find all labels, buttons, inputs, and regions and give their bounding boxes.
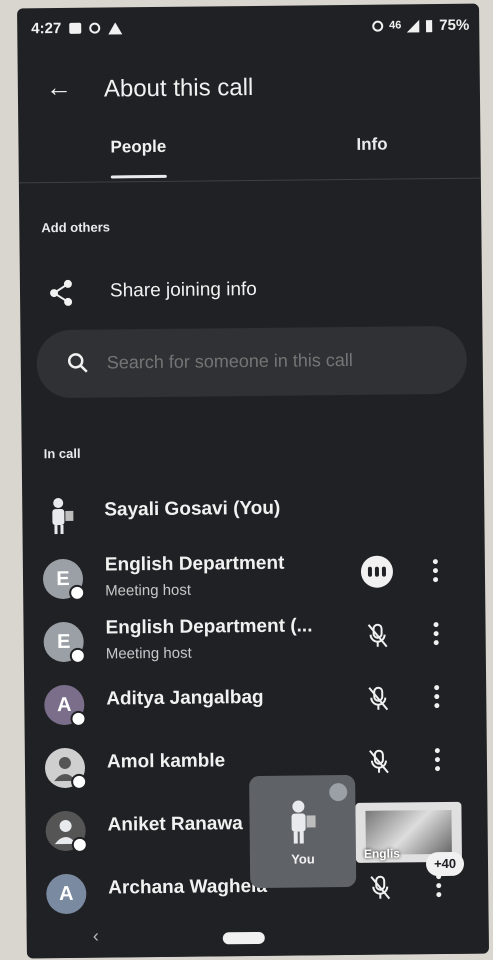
- more-options-icon[interactable]: [434, 748, 441, 772]
- sync-icon: [89, 22, 101, 34]
- warning-icon: [108, 21, 123, 34]
- participant-name: Amol kamble: [106, 750, 226, 773]
- mic-off-icon: [367, 623, 388, 648]
- presence-dot: [69, 647, 86, 664]
- status-bar: 4:27 46 ◢ ▮ 75%: [31, 16, 469, 43]
- avatar: A: [44, 684, 87, 727]
- avatar-initial: E: [56, 630, 71, 653]
- presence-dot: [70, 710, 87, 727]
- participant-row[interactable]: Sayali Gosavi (You): [22, 486, 485, 554]
- self-tile-label: You: [291, 851, 315, 867]
- nav-home-pill[interactable]: [222, 931, 265, 945]
- participant-row[interactable]: A Aditya Jangalbag: [24, 675, 487, 743]
- participant-name: English Department: [104, 552, 285, 576]
- participant-name: Archana Waghela: [108, 875, 268, 899]
- avatar-initial: A: [56, 693, 72, 716]
- participant-row[interactable]: E English Department Meeting host: [23, 549, 486, 617]
- participant-row[interactable]: E English Department (... Meeting host: [23, 612, 486, 680]
- avatar: [44, 747, 88, 790]
- tile-options-icon[interactable]: [329, 783, 348, 802]
- more-participants-badge[interactable]: +40: [425, 851, 465, 877]
- presenter-tile-label: Englis: [363, 846, 400, 861]
- share-joining-info-label: Share joining info: [109, 278, 257, 302]
- self-video-tile[interactable]: You: [249, 774, 357, 889]
- avatar: [45, 810, 88, 853]
- signal-icon: ◢: [407, 17, 420, 35]
- more-options-icon[interactable]: [436, 874, 442, 898]
- share-joining-info-button[interactable]: Share joining info: [20, 269, 482, 314]
- tab-people[interactable]: People: [110, 137, 166, 158]
- message-icon: [69, 22, 82, 34]
- more-options-icon[interactable]: [433, 622, 439, 646]
- participant-name: Aditya Jangalbag: [106, 686, 264, 710]
- person-figure-icon: [52, 498, 74, 535]
- mic-off-icon: [368, 686, 389, 711]
- nav-back-icon[interactable]: ‹: [93, 926, 99, 947]
- presence-dot: [71, 773, 88, 790]
- person-figure-icon: [291, 800, 316, 844]
- participant-name: Aniket Ranawa: [107, 813, 243, 836]
- share-icon: [50, 279, 73, 306]
- avatar: A: [46, 873, 87, 915]
- more-options-icon[interactable]: [432, 559, 439, 583]
- participant-role: Meeting host: [105, 644, 192, 663]
- system-nav-bar: ‹: [26, 913, 489, 959]
- presence-dot: [69, 584, 86, 601]
- battery-icon: ▮: [424, 17, 434, 35]
- app-header: ← About this call: [18, 62, 480, 117]
- back-arrow-icon[interactable]: ←: [46, 72, 72, 103]
- avatar: [42, 495, 83, 537]
- in-call-heading: In call: [43, 445, 81, 462]
- search-bar[interactable]: [36, 325, 468, 399]
- status-time: 4:27: [31, 19, 62, 38]
- avatar-initial: E: [56, 567, 70, 590]
- participant-name: English Department (...: [105, 615, 313, 639]
- tab-info[interactable]: Info: [356, 135, 387, 155]
- mic-off-icon: [370, 875, 391, 900]
- page-title: About this call: [103, 73, 254, 103]
- participant-role: Meeting host: [105, 581, 192, 600]
- participant-name: Sayali Gosavi (You): [104, 497, 281, 521]
- tab-bar: People Info: [18, 123, 481, 184]
- alarm-icon: [372, 20, 384, 32]
- more-options-icon[interactable]: [434, 685, 440, 709]
- battery-percent: 75%: [439, 16, 470, 34]
- search-icon: [67, 353, 88, 373]
- avatar-initial: A: [58, 882, 74, 905]
- presence-dot: [71, 836, 88, 853]
- phone-screen: 4:27 46 ◢ ▮ 75% ← About this call People…: [17, 3, 489, 959]
- active-tab-indicator: [110, 174, 167, 179]
- audio-level-icon: [360, 555, 394, 588]
- avatar: E: [43, 621, 86, 664]
- mic-off-icon: [369, 749, 389, 774]
- search-input[interactable]: [104, 348, 429, 375]
- add-others-heading: Add others: [41, 219, 111, 236]
- avatar: E: [42, 558, 86, 601]
- network-type: 46: [389, 19, 402, 32]
